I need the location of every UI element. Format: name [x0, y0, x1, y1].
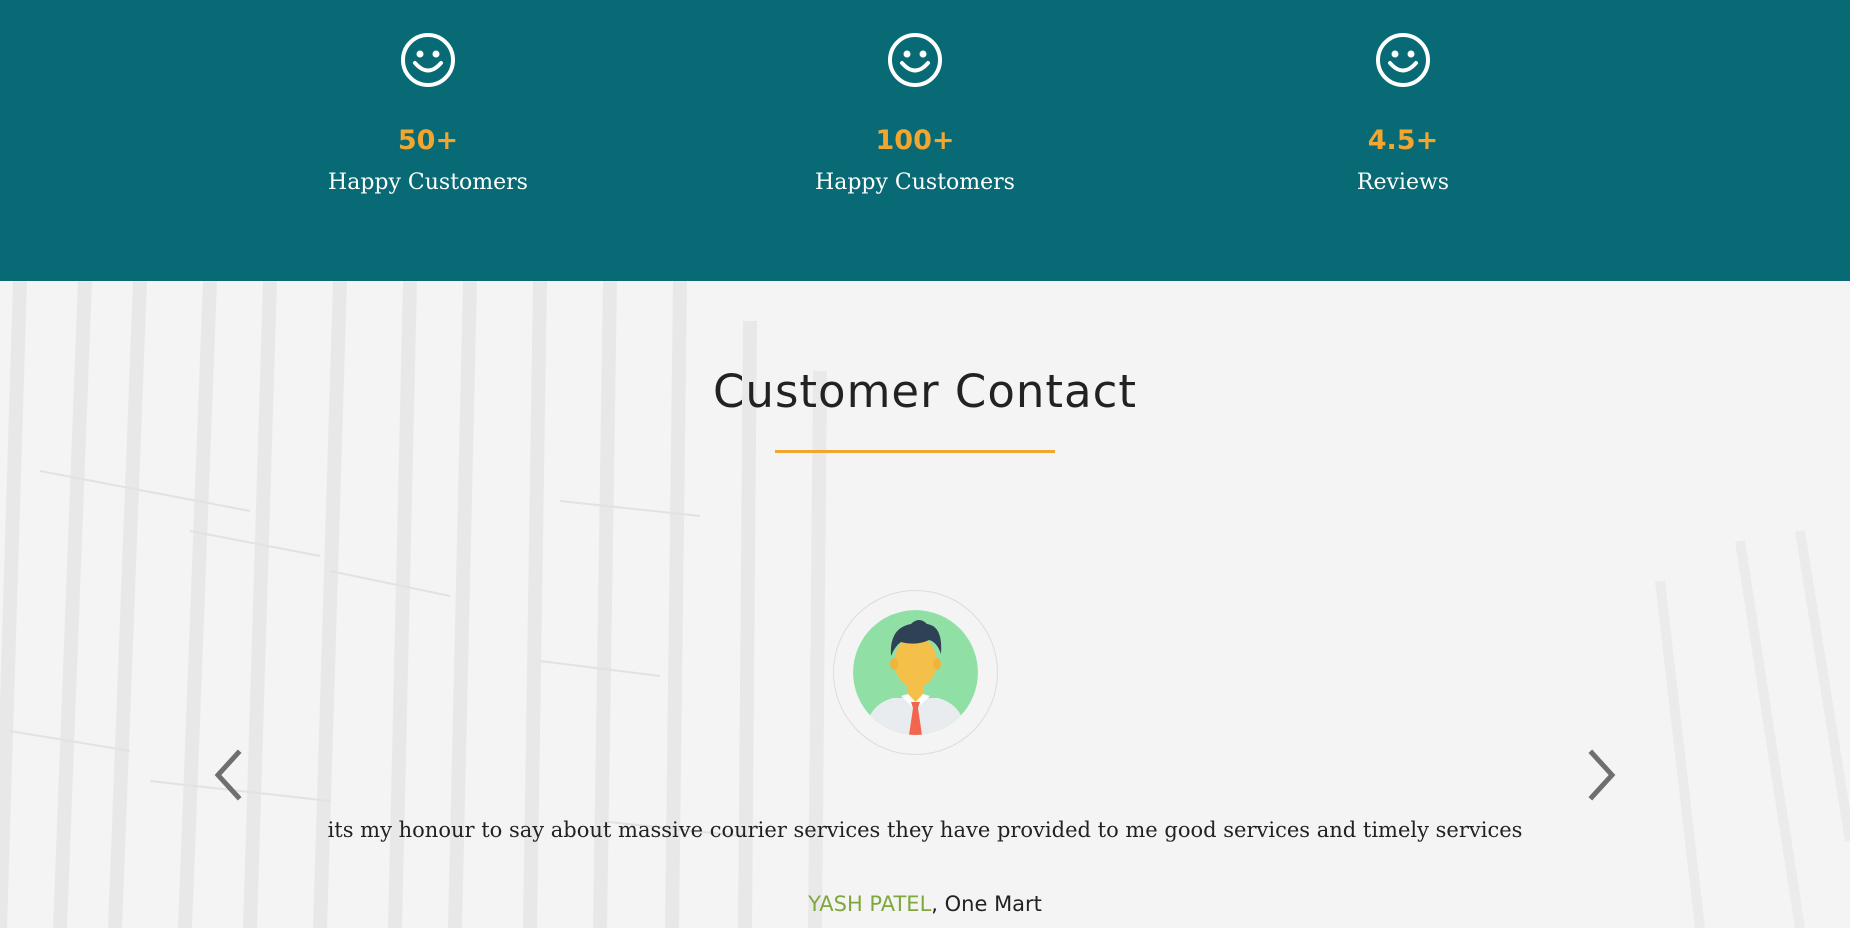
smiley-icon — [1376, 33, 1430, 87]
smiley-icon — [888, 33, 942, 87]
smiley-icon — [401, 33, 455, 87]
stat-value: 100+ — [875, 125, 955, 156]
stat-label: Reviews — [1356, 170, 1450, 195]
stat-label: Happy Customers — [815, 170, 1015, 195]
author-company: , One Mart — [931, 892, 1042, 916]
testimonial-quote: its my honour to say about massive couri… — [327, 818, 1523, 842]
testimonials-section: Customer Contact its my honour to say ab… — [0, 281, 1850, 928]
chevron-left-icon[interactable] — [208, 747, 248, 803]
stat-value: 4.5+ — [1367, 125, 1439, 156]
testimonial-author: YASH PATEL, One Mart — [0, 892, 1850, 916]
author-name: YASH PATEL — [808, 892, 932, 916]
title-underline — [775, 450, 1055, 453]
stats-section: 50+ Happy Customers 100+ Happy Customers… — [0, 0, 1850, 281]
stat-label: Happy Customers — [328, 170, 528, 195]
chevron-right-icon[interactable] — [1582, 747, 1622, 803]
stat-value: 50+ — [397, 125, 459, 156]
section-title: Customer Contact — [713, 365, 1137, 418]
avatar-frame — [833, 590, 998, 755]
user-avatar-icon — [853, 610, 978, 735]
